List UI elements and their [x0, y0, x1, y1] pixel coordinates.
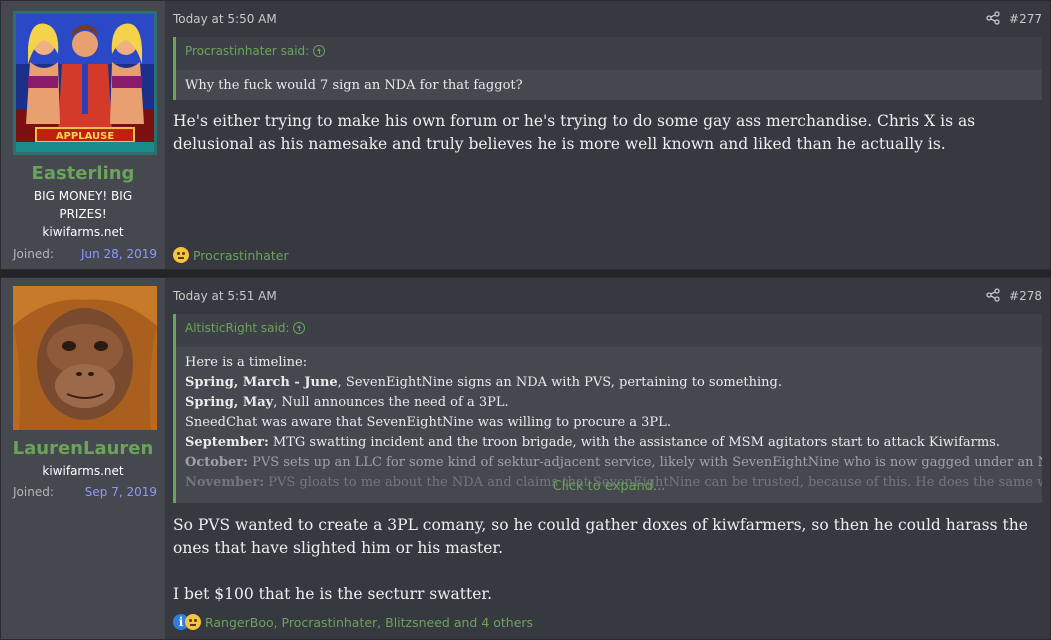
- quote-header[interactable]: Procrastinhater said:: [176, 37, 1042, 70]
- user-site: kiwifarms.net: [42, 464, 124, 478]
- post-timestamp[interactable]: Today at 5:51 AM: [173, 289, 277, 303]
- post-278: LaurenLauren kiwifarms.net Joined: Sep 7…: [0, 277, 1051, 640]
- thinking-emoji-icon: [173, 247, 189, 263]
- post-timestamp[interactable]: Today at 5:50 AM: [173, 12, 277, 26]
- avatar-image: [13, 286, 157, 430]
- thinking-emoji-icon: [185, 614, 201, 630]
- arrow-up-icon[interactable]: [293, 322, 306, 334]
- avatar-caption: APPLAUSE: [56, 131, 115, 142]
- quote-line: September: MTG swatting incident and the…: [185, 435, 1000, 450]
- message-body: So PVS wanted to create a 3PL comany, so…: [173, 514, 1042, 629]
- message-paragraph: So PVS wanted to create a 3PL comany, so…: [173, 516, 1028, 557]
- quote-body: Why the fuck would 7 sign an NDA for tha…: [176, 70, 1042, 100]
- user-title: BIG MONEY! BIG PRIZES!: [33, 189, 133, 221]
- quote-line: Spring, March - June, SevenEightNine sig…: [185, 375, 783, 390]
- user-info: LaurenLauren kiwifarms.net Joined: Sep 7…: [1, 278, 165, 639]
- joined-row: Joined: Jun 28, 2019: [13, 247, 157, 261]
- username[interactable]: LaurenLauren: [1, 438, 165, 459]
- quote-author[interactable]: AltisticRight said:: [185, 321, 289, 335]
- joined-label: Joined:: [13, 485, 54, 499]
- share-icon[interactable]: [986, 11, 1000, 25]
- joined-label: Joined:: [13, 247, 54, 261]
- quote-line: October: PVS sets up an LLC for some kin…: [185, 455, 1042, 470]
- reactions-bar[interactable]: RangerBoo, Procrastinhater, Blitzsneed a…: [173, 614, 533, 630]
- quote-line: Spring, May, Null announces the need of …: [185, 395, 509, 410]
- user-site: kiwifarms.net: [42, 225, 124, 239]
- message-paragraph: I bet $100 that he is the secturr swatte…: [173, 585, 493, 603]
- post-number[interactable]: #277: [1009, 12, 1042, 26]
- click-to-expand-link[interactable]: Click to expand...: [176, 477, 1042, 497]
- quote-header[interactable]: AltisticRight said:: [176, 314, 1042, 347]
- post-number[interactable]: #278: [1009, 289, 1042, 303]
- quote-block: Procrastinhater said: Why the fuck would…: [173, 37, 1042, 100]
- quote-line: Why the fuck would 7 sign an NDA for tha…: [185, 78, 523, 93]
- avatar[interactable]: [13, 286, 157, 430]
- arrow-up-icon[interactable]: [313, 45, 326, 57]
- quote-line: SneedChat was aware that SevenEightNine …: [185, 415, 671, 430]
- avatar[interactable]: APPLAUSE: [13, 11, 157, 155]
- post-main: Today at 5:51 AM #278 AltisticRight said…: [173, 278, 1042, 639]
- reactions-text[interactable]: Procrastinhater: [193, 248, 289, 263]
- quote-block: AltisticRight said: Here is a timeline: …: [173, 314, 1042, 503]
- avatar-image: APPLAUSE: [16, 14, 154, 152]
- reactions-bar[interactable]: Procrastinhater: [173, 247, 289, 263]
- post-main: Today at 5:50 AM #277 Procrastinhater sa…: [173, 1, 1042, 269]
- share-icon[interactable]: [986, 288, 1000, 302]
- message-body: He's either trying to make his own forum…: [173, 110, 1042, 179]
- joined-date: Sep 7, 2019: [84, 485, 157, 499]
- joined-row: Joined: Sep 7, 2019: [13, 485, 157, 499]
- user-info: APPLAUSE Easterling BIG MONEY! BIG PRIZE…: [1, 1, 165, 269]
- quote-body: Here is a timeline: Spring, March - June…: [176, 347, 1042, 503]
- message-paragraph: He's either trying to make his own forum…: [173, 112, 976, 153]
- username[interactable]: Easterling: [1, 163, 165, 184]
- joined-date: Jun 28, 2019: [80, 247, 157, 261]
- reactions-text[interactable]: RangerBoo, Procrastinhater, Blitzsneed a…: [205, 615, 533, 630]
- quote-line: Here is a timeline:: [185, 355, 308, 370]
- quote-author[interactable]: Procrastinhater said:: [185, 44, 309, 58]
- post-277: APPLAUSE Easterling BIG MONEY! BIG PRIZE…: [0, 0, 1051, 270]
